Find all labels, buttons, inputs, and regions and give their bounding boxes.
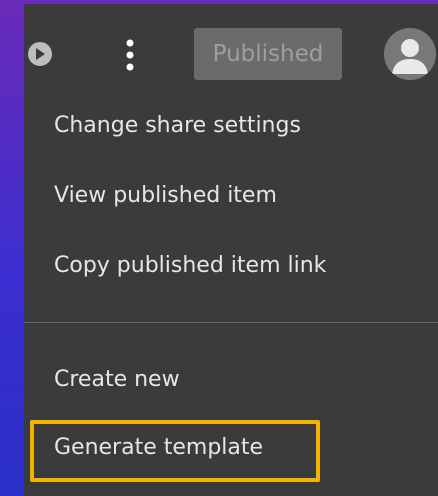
menu-item-copy-published-item-link[interactable]: Copy published item link — [54, 252, 326, 280]
user-avatar-icon — [384, 28, 436, 80]
menu-item-change-share-settings[interactable]: Change share settings — [54, 112, 301, 140]
menu-item-create-new[interactable]: Create new — [54, 366, 180, 394]
menu-panel: Published Change share settings View pub… — [24, 4, 438, 496]
menu-divider — [24, 322, 438, 323]
published-status-badge: Published — [194, 28, 342, 80]
avatar[interactable] — [384, 28, 436, 80]
more-options-icon[interactable] — [120, 38, 140, 72]
play-icon[interactable] — [28, 40, 56, 68]
highlight-box — [30, 420, 320, 482]
menu-item-view-published-item[interactable]: View published item — [54, 182, 277, 210]
toolbar: Published — [24, 4, 438, 92]
